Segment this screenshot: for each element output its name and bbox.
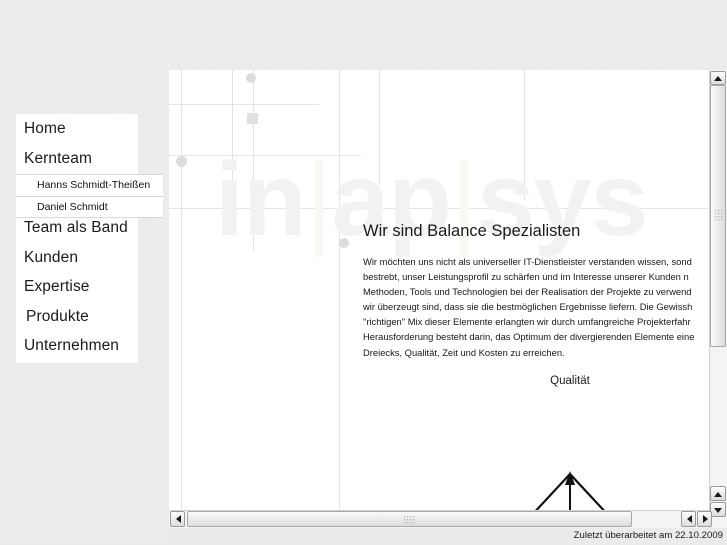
main-navigation: Home Kernteam Team als Band Kunden Exper… xyxy=(16,114,138,363)
chevron-up-icon xyxy=(714,492,722,497)
article-line: Wir möchten uns nicht als universeller I… xyxy=(363,256,692,267)
chevron-left-icon xyxy=(687,515,692,523)
content-canvas: in|ap|sys Wir sind Balance Spezialisten … xyxy=(169,70,709,528)
statusbar: Zuletzt überarbeitet am 22.10.2009 xyxy=(169,528,727,545)
nav-item-home[interactable]: Home xyxy=(16,114,138,144)
scroll-left-button-right-pair[interactable] xyxy=(681,511,696,527)
page-title: Wir sind Balance Spezialisten xyxy=(363,222,581,240)
chevron-up-icon xyxy=(714,76,722,81)
grid-line-vertical xyxy=(181,70,182,528)
nav-item-produkte[interactable]: Produkte xyxy=(16,302,138,332)
subnav-item-daniel-schmidt[interactable]: Daniel Schmidt xyxy=(16,196,163,218)
article-line: wir überzeugt sind, dass sie die bestmög… xyxy=(363,301,693,313)
chevron-left-icon xyxy=(176,515,181,523)
kernteam-submenu: Hanns Schmidt-Theißen Daniel Schmidt xyxy=(16,174,163,218)
content-viewport: in|ap|sys Wir sind Balance Spezialisten … xyxy=(169,70,727,528)
grip-dots-icon xyxy=(404,516,415,524)
logo-separator: | xyxy=(305,142,332,258)
triangle-svg xyxy=(518,471,622,528)
diagram-label-qualitaet: Qualität xyxy=(550,375,590,387)
balance-triangle-diagram: Qualität xyxy=(469,375,699,528)
grid-dot xyxy=(246,73,256,83)
article-line: "richtigen" Mix dieser Elemente erlangte… xyxy=(363,316,691,328)
scroll-up-button-bottom[interactable] xyxy=(710,486,726,501)
scroll-right-button[interactable] xyxy=(697,511,712,527)
article: Wir sind Balance Spezialisten Wir möchte… xyxy=(363,222,709,360)
nav-item-expertise[interactable]: Expertise xyxy=(16,272,138,302)
grid-line-vertical xyxy=(339,70,340,528)
vertical-scrollbar-thumb[interactable] xyxy=(710,85,726,347)
article-line: bestrebt, unser Leistungsprofil zu schär… xyxy=(363,271,689,283)
article-line: Herausforderung besteht darin, das Optim… xyxy=(363,331,695,343)
article-line: Methoden, Tools und Technologien bei der… xyxy=(363,286,692,298)
nav-item-kunden[interactable]: Kunden xyxy=(16,243,138,273)
status-last-modified: Zuletzt überarbeitet am 22.10.2009 xyxy=(573,530,723,541)
subnav-item-hanns-schmidt-theissen[interactable]: Hanns Schmidt-Theißen xyxy=(16,174,163,197)
grid-line-horizontal xyxy=(169,104,319,105)
scroll-up-button-top[interactable] xyxy=(710,71,726,85)
nav-item-kernteam[interactable]: Kernteam xyxy=(16,144,138,174)
horizontal-scrollbar-thumb[interactable] xyxy=(187,511,632,527)
grid-dot xyxy=(176,156,187,167)
scroll-down-button[interactable] xyxy=(710,502,726,517)
grip-dots-icon xyxy=(715,210,723,221)
grid-square xyxy=(247,113,258,124)
scroll-left-button[interactable] xyxy=(170,511,185,527)
chevron-down-icon xyxy=(714,508,722,513)
logo-part-in: in xyxy=(215,142,306,258)
article-line: Dreiecks, Qualität, Zeit und Kosten zu e… xyxy=(363,346,565,358)
nav-item-unternehmen[interactable]: Unternehmen xyxy=(16,331,138,361)
article-body: Wir möchten uns nicht als universeller I… xyxy=(363,254,709,360)
chevron-right-icon xyxy=(703,515,708,523)
